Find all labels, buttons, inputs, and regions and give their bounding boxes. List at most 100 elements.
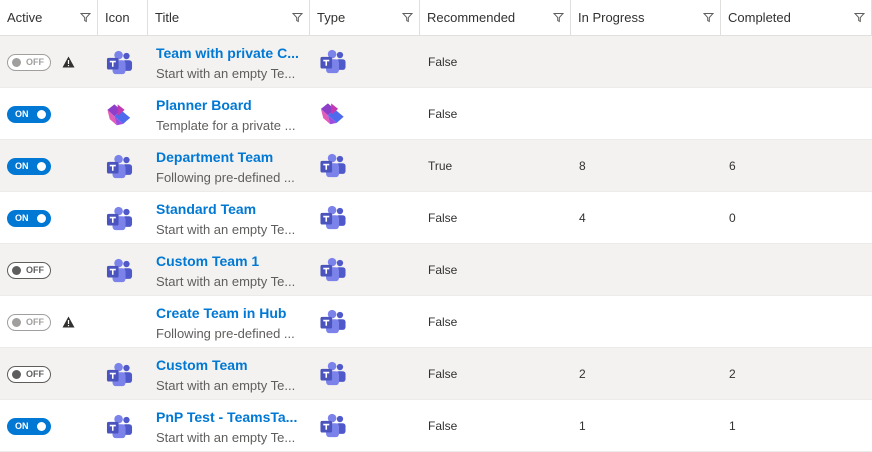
table-row[interactable]: ON Department Team Following pre-defined… (0, 140, 872, 192)
recommended-cell: False (420, 348, 571, 400)
column-label: Recommended (427, 10, 516, 25)
template-title-link[interactable]: Create Team in Hub (156, 305, 303, 321)
column-header-recommended[interactable]: Recommended (420, 0, 571, 35)
active-toggle[interactable]: OFF (7, 366, 51, 383)
templates-grid: Active Icon Title Type Recommended In Pr… (0, 0, 872, 452)
toggle-label: ON (15, 213, 29, 223)
column-header-icon[interactable]: Icon (98, 0, 148, 35)
type-teams-icon (319, 309, 347, 335)
filter-icon[interactable] (703, 12, 714, 23)
in-progress-cell (571, 88, 721, 140)
teams-icon (105, 206, 134, 232)
toggle-label: OFF (26, 57, 44, 67)
completed-cell (721, 88, 872, 140)
in-progress-value: 1 (579, 419, 586, 433)
icon-cell (98, 36, 148, 88)
type-teams-icon (319, 413, 347, 439)
table-row[interactable]: OFF Custom Team Start with an empty Te..… (0, 348, 872, 400)
template-description: Start with an empty Te... (156, 430, 296, 445)
toggle-label: OFF (26, 265, 44, 275)
column-label: In Progress (578, 10, 645, 25)
icon-cell (98, 400, 148, 452)
recommended-cell: False (420, 88, 571, 140)
column-header-type[interactable]: Type (310, 0, 420, 35)
type-teams-icon (319, 257, 347, 283)
recommended-cell: False (420, 192, 571, 244)
filter-icon[interactable] (292, 12, 303, 23)
template-description: Template for a private ... (156, 118, 296, 133)
completed-cell (721, 296, 872, 348)
column-header-completed[interactable]: Completed (721, 0, 872, 35)
recommended-cell: False (420, 244, 571, 296)
completed-value: 0 (729, 211, 736, 225)
template-title-link[interactable]: PnP Test - TeamsTa... (156, 409, 303, 425)
completed-value: 6 (729, 159, 736, 173)
template-title-link[interactable]: Custom Team (156, 357, 303, 373)
template-description: Start with an empty Te... (156, 274, 296, 289)
in-progress-cell (571, 244, 721, 296)
active-toggle[interactable]: ON (7, 106, 51, 123)
active-cell: ON (0, 88, 98, 140)
active-cell: ON (0, 140, 98, 192)
filter-icon[interactable] (854, 12, 865, 23)
type-teams-icon (319, 361, 347, 387)
completed-cell: 1 (721, 400, 872, 452)
template-title-link[interactable]: Planner Board (156, 97, 303, 113)
type-cell (310, 88, 420, 140)
template-description: Start with an empty Te... (156, 222, 296, 237)
in-progress-cell (571, 296, 721, 348)
toggle-knob (12, 266, 21, 275)
in-progress-value: 4 (579, 211, 586, 225)
table-row[interactable]: OFF Team with private C... Start with an… (0, 36, 872, 88)
completed-cell: 6 (721, 140, 872, 192)
warning-icon (62, 56, 75, 68)
column-label: Icon (105, 10, 130, 25)
template-title-link[interactable]: Department Team (156, 149, 303, 165)
title-cell: Team with private C... Start with an emp… (148, 36, 310, 88)
title-cell: Create Team in Hub Following pre-defined… (148, 296, 310, 348)
type-cell (310, 192, 420, 244)
template-title-link[interactable]: Team with private C... (156, 45, 303, 61)
toggle-knob (12, 58, 21, 67)
recommended-cell: True (420, 140, 571, 192)
active-toggle[interactable]: ON (7, 210, 51, 227)
type-teams-icon (319, 153, 347, 179)
filter-icon[interactable] (553, 12, 564, 23)
active-toggle[interactable]: ON (7, 418, 51, 435)
table-row[interactable]: ON PnP Test - TeamsTa... Start with an e… (0, 400, 872, 452)
teams-icon (105, 258, 134, 284)
title-cell: Standard Team Start with an empty Te... (148, 192, 310, 244)
filter-icon[interactable] (402, 12, 413, 23)
recommended-value: False (428, 367, 458, 381)
title-cell: Department Team Following pre-defined ..… (148, 140, 310, 192)
template-title-link[interactable]: Standard Team (156, 201, 303, 217)
column-header-active[interactable]: Active (0, 0, 98, 35)
teams-icon (105, 50, 134, 76)
type-teams-icon (319, 49, 347, 75)
template-title-link[interactable]: Custom Team 1 (156, 253, 303, 269)
type-cell (310, 400, 420, 452)
completed-cell: 0 (721, 192, 872, 244)
teams-icon (105, 362, 134, 388)
toggle-label: ON (15, 161, 29, 171)
table-row[interactable]: ON Standard Team Start with an empty Te.… (0, 192, 872, 244)
toggle-label: ON (15, 421, 29, 431)
table-row[interactable]: OFF Create Team in Hub Following pre-def… (0, 296, 872, 348)
column-header-in-progress[interactable]: In Progress (571, 0, 721, 35)
icon-cell (98, 296, 148, 348)
warning-icon (62, 316, 75, 328)
column-header-title[interactable]: Title (148, 0, 310, 35)
active-toggle[interactable]: OFF (7, 262, 51, 279)
title-cell: Custom Team Start with an empty Te... (148, 348, 310, 400)
completed-value: 2 (729, 367, 736, 381)
active-toggle[interactable]: ON (7, 158, 51, 175)
in-progress-cell: 8 (571, 140, 721, 192)
table-row[interactable]: ON Planner Board Template for a private … (0, 88, 872, 140)
icon-cell (98, 244, 148, 296)
filter-icon[interactable] (80, 12, 91, 23)
active-cell: OFF (0, 348, 98, 400)
recommended-cell: False (420, 400, 571, 452)
in-progress-cell: 1 (571, 400, 721, 452)
table-row[interactable]: OFF Custom Team 1 Start with an empty Te… (0, 244, 872, 296)
completed-cell (721, 244, 872, 296)
